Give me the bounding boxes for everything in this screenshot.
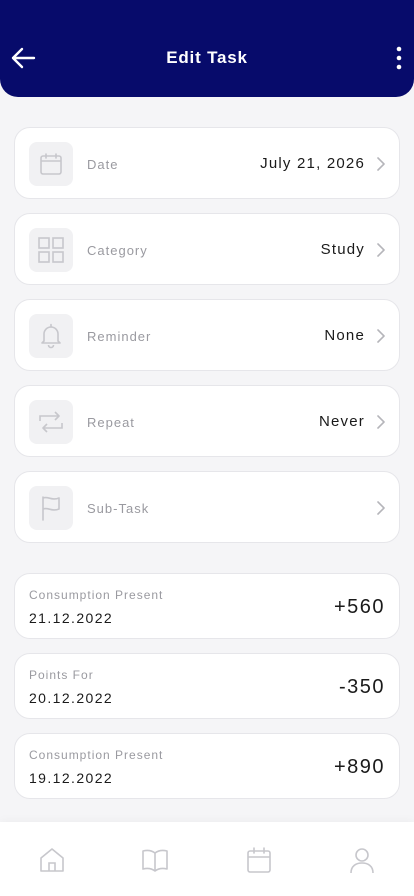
bell-icon [41,323,61,349]
calendar-icon [40,153,62,175]
history-amount: +560 [333,596,385,618]
chevron-right-icon [377,157,385,171]
reminder-value: None [324,327,365,344]
history-card: Consumption Present 21.12.2022 +560 [14,573,400,639]
category-field[interactable]: Category Study [14,213,400,285]
repeat-label: Repeat [87,415,135,430]
subtask-field[interactable]: Sub-Task [14,471,400,543]
page-title: Edit Task [166,48,248,67]
history-card: Consumption Present 19.12.2022 +890 [14,733,400,799]
history-date: 20.12.2022 [29,690,114,706]
history-date: 21.12.2022 [29,610,114,626]
history-amount: -350 [338,676,385,698]
repeat-field[interactable]: Repeat Never [14,385,400,457]
history-amount: +890 [333,756,385,778]
category-label: Category [87,243,148,258]
app-header: Edit Task [0,0,414,97]
repeat-value: Never [318,413,365,430]
reminder-icon-box [29,314,73,358]
date-field[interactable]: Date July 21, 2026 [14,127,400,199]
more-options-icon[interactable] [392,45,406,71]
chevron-right-icon [377,329,385,343]
history-date: 19.12.2022 [29,770,114,786]
category-icon-box [29,228,73,272]
subtask-label: Sub-Task [87,501,150,516]
category-value: Study [320,241,365,258]
reminder-field[interactable]: Reminder None [14,299,400,371]
history-card: Points For 20.12.2022 -350 [14,653,400,719]
reminder-label: Reminder [87,329,152,344]
book-icon[interactable] [141,846,169,874]
history-title: Consumption Present [29,748,164,762]
repeat-icon-box [29,400,73,444]
history-title: Consumption Present [29,588,164,602]
grid-icon [38,237,64,263]
date-label: Date [87,157,119,172]
bottom-nav [0,822,414,896]
chevron-right-icon [377,243,385,257]
history-title: Points For [29,668,94,682]
subtask-icon-box [29,486,73,530]
chevron-right-icon [377,415,385,429]
date-icon-box [29,142,73,186]
repeat-icon [39,411,63,433]
home-icon[interactable] [38,846,66,874]
profile-icon[interactable] [348,846,376,874]
calendar-icon[interactable] [245,846,273,874]
date-value: July 21, 2026 [260,155,365,172]
flag-icon [42,496,60,521]
chevron-right-icon [377,501,385,515]
